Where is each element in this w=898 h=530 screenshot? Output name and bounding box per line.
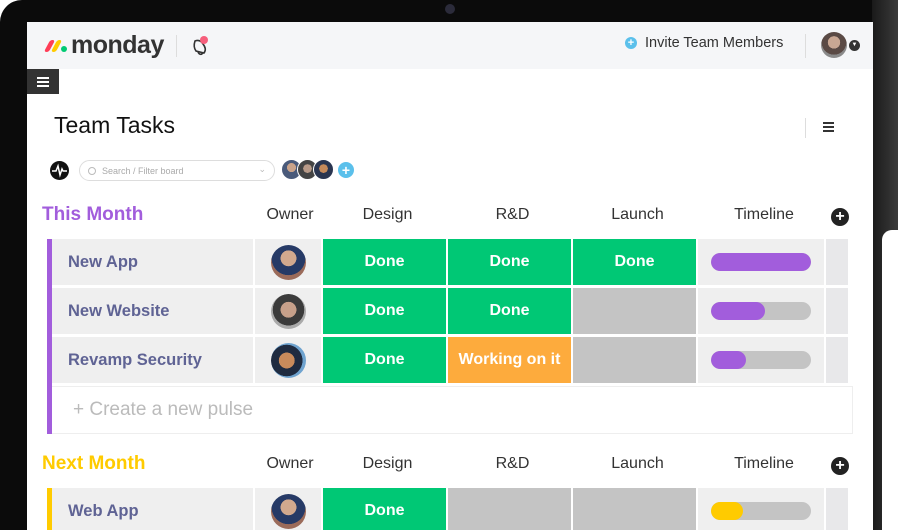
timeline-cell[interactable] — [698, 488, 826, 530]
board-menu-icon[interactable] — [823, 122, 834, 132]
board-members[interactable]: + — [281, 159, 354, 180]
row-extra-cell — [826, 488, 848, 530]
row-extra-cell — [826, 337, 848, 383]
brand-name: monday — [71, 31, 164, 59]
item-name-cell[interactable]: New App — [52, 239, 255, 285]
column-header-design[interactable]: Design — [325, 206, 450, 224]
table-row[interactable]: New Website Done Done — [47, 288, 848, 337]
timeline-fill — [711, 253, 811, 271]
owner-avatar — [270, 342, 306, 378]
create-pulse-input[interactable]: + Create a new pulse — [52, 386, 853, 434]
topbar-separator — [805, 34, 806, 58]
status-cell-rnd[interactable]: Done — [448, 288, 573, 334]
owner-cell[interactable] — [255, 337, 323, 383]
add-column-button[interactable]: + — [831, 457, 849, 475]
column-header-timeline[interactable]: Timeline — [700, 206, 828, 224]
user-avatar[interactable] — [821, 32, 847, 58]
row-extra-cell — [826, 239, 848, 285]
app-screen: monday + Invite Team Members ▼ Team Task… — [27, 22, 873, 530]
status-cell-design[interactable]: Done — [323, 488, 448, 530]
status-cell-design[interactable]: Done — [323, 288, 448, 334]
status-cell-rnd[interactable]: Working on it — [448, 337, 573, 383]
group-next-month: Next Month Owner Design R&D Launch Timel… — [27, 447, 873, 530]
column-header-owner[interactable]: Owner — [256, 455, 324, 473]
member-avatar[interactable] — [313, 159, 334, 180]
notifications-bell-icon[interactable] — [189, 35, 211, 57]
owner-cell[interactable] — [255, 488, 323, 530]
timeline-fill — [711, 502, 743, 520]
search-filter-input[interactable]: Search / Filter board ⌄ — [79, 160, 275, 181]
row-extra-cell — [826, 288, 848, 334]
invite-members-button[interactable]: + Invite Team Members — [625, 35, 783, 51]
status-cell-design[interactable]: Done — [323, 239, 448, 285]
monday-logo[interactable]: monday — [43, 31, 164, 60]
column-header-owner[interactable]: Owner — [256, 206, 324, 224]
top-bar: monday + Invite Team Members ▼ — [27, 22, 873, 69]
invite-label: Invite Team Members — [645, 35, 784, 51]
chevron-down-icon: ⌄ — [258, 164, 266, 174]
search-placeholder: Search / Filter board — [102, 165, 184, 176]
item-name-cell[interactable]: Web App — [52, 488, 255, 530]
status-cell-launch[interactable] — [573, 337, 698, 383]
topbar-divider — [175, 34, 177, 57]
table-row[interactable]: New App Done Done Done — [47, 239, 848, 288]
item-name-cell[interactable]: New Website — [52, 288, 255, 334]
plus-circle-icon: + — [625, 37, 637, 49]
timeline-track — [711, 351, 811, 369]
title-separator — [805, 118, 806, 138]
chevron-down-icon[interactable]: ▼ — [849, 40, 860, 51]
add-member-button[interactable]: + — [338, 162, 354, 178]
timeline-cell[interactable] — [698, 337, 826, 383]
owner-avatar — [270, 293, 306, 329]
side-menu-button[interactable] — [27, 69, 59, 94]
add-column-button[interactable]: + — [831, 208, 849, 226]
timeline-cell[interactable] — [698, 288, 826, 334]
timeline-cell[interactable] — [698, 239, 826, 285]
table-row[interactable]: Web App Done — [47, 488, 848, 530]
status-cell-launch[interactable]: Done — [573, 239, 698, 285]
column-header-launch[interactable]: Launch — [575, 206, 700, 224]
status-cell-launch[interactable] — [573, 288, 698, 334]
timeline-fill — [711, 302, 765, 320]
group-title[interactable]: This Month — [42, 204, 143, 226]
status-cell-rnd[interactable] — [448, 488, 573, 530]
search-icon — [88, 166, 96, 175]
status-cell-design[interactable]: Done — [323, 337, 448, 383]
owner-avatar — [270, 244, 306, 280]
owner-avatar — [270, 493, 306, 529]
device-bezel-edge — [872, 0, 898, 530]
timeline-fill — [711, 351, 746, 369]
column-header-launch[interactable]: Launch — [575, 455, 700, 473]
column-header-rnd[interactable]: R&D — [450, 206, 575, 224]
activity-pulse-icon[interactable] — [50, 161, 69, 180]
timeline-track — [711, 253, 811, 271]
status-cell-launch[interactable] — [573, 488, 698, 530]
timeline-track — [711, 502, 811, 520]
owner-cell[interactable] — [255, 239, 323, 285]
create-pulse-row: + Create a new pulse — [47, 386, 853, 434]
board-title: Team Tasks — [54, 112, 176, 138]
group-this-month: This Month Owner Design R&D Launch Timel… — [27, 198, 873, 434]
item-name-cell[interactable]: Revamp Security — [52, 337, 255, 383]
status-cell-rnd[interactable]: Done — [448, 239, 573, 285]
owner-cell[interactable] — [255, 288, 323, 334]
timeline-track — [711, 302, 811, 320]
column-header-design[interactable]: Design — [325, 455, 450, 473]
device-camera — [445, 4, 455, 14]
table-row[interactable]: Revamp Security Done Working on it — [47, 337, 848, 386]
column-header-rnd[interactable]: R&D — [450, 455, 575, 473]
group-title[interactable]: Next Month — [42, 453, 145, 475]
column-header-timeline[interactable]: Timeline — [700, 455, 828, 473]
logo-mark-icon — [43, 39, 67, 52]
